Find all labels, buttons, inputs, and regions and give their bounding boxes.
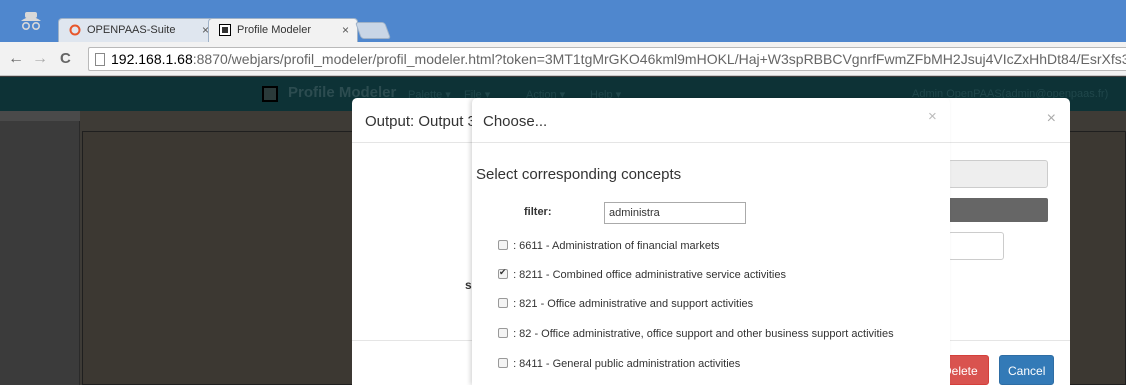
output-field-label: s — [465, 278, 472, 292]
url-host: 192.168.1.68 — [111, 51, 193, 67]
modal-header-divider — [472, 142, 950, 143]
url-path: :8870/webjars/profil_modeler/profil_mode… — [192, 51, 1126, 67]
choose-modal-close-icon[interactable]: × — [928, 108, 937, 125]
tab-profile-modeler[interactable]: Profile Modeler × — [208, 18, 358, 42]
concept-checkbox[interactable] — [498, 358, 508, 368]
concept-item[interactable]: : 8211 - Combined office administrative … — [498, 267, 786, 281]
concept-label: : 8411 - General public administration a… — [513, 358, 741, 370]
concept-label: : 821 - Office administrative and suppor… — [513, 298, 754, 310]
tab-openpaas-suite[interactable]: OPENPAAS-Suite × — [58, 18, 218, 42]
back-button[interactable]: ← — [8, 50, 24, 68]
choose-modal-title: Choose... — [483, 113, 548, 130]
concept-checkbox[interactable] — [498, 328, 508, 338]
concept-item[interactable]: : 8411 - General public administration a… — [498, 358, 740, 370]
filter-label: filter: — [524, 206, 552, 218]
choose-concepts-modal: Choose... × Select corresponding concept… — [472, 98, 950, 385]
profile-modeler-favicon-icon — [219, 24, 231, 36]
forward-button[interactable]: → — [32, 50, 48, 68]
tab-close-icon[interactable]: × — [342, 23, 349, 37]
new-tab-button[interactable] — [354, 22, 392, 39]
openpaas-favicon-icon — [69, 24, 81, 36]
concept-checkbox[interactable] — [498, 298, 508, 308]
choose-modal-subtitle: Select corresponding concepts — [476, 166, 682, 183]
browser-toolbar: ← → C 192.168.1.68:8870/webjars/profil_m… — [0, 42, 1126, 76]
concept-item[interactable]: : 6611 - Administration of financial mar… — [498, 240, 720, 252]
output-name-field[interactable] — [948, 160, 1048, 188]
incognito-icon — [21, 12, 41, 31]
browser-tab-bar: OPENPAAS-Suite × Profile Modeler × — [0, 0, 1126, 42]
concept-label: : 82 - Office administrative, office sup… — [513, 328, 894, 340]
output-modal-title: Output: Output 3 — [365, 113, 476, 130]
page-icon — [95, 53, 105, 66]
concept-label: : 8211 - Combined office administrative … — [513, 269, 786, 281]
brand-logo-icon — [262, 86, 278, 102]
left-panel — [0, 111, 80, 385]
reload-button[interactable]: C — [60, 50, 71, 67]
concept-item[interactable]: : 821 - Office administrative and suppor… — [498, 298, 753, 310]
output-value-field[interactable] — [948, 232, 1004, 260]
concept-item[interactable]: : 82 - Office administrative, office sup… — [498, 328, 894, 340]
tab-label: OPENPAAS-Suite — [87, 24, 176, 36]
output-type-field[interactable] — [948, 198, 1048, 222]
concept-label: : 6611 - Administration of financial mar… — [513, 240, 720, 252]
left-panel-header — [0, 111, 80, 121]
address-bar[interactable]: 192.168.1.68:8870/webjars/profil_modeler… — [88, 47, 1126, 71]
concept-checkbox[interactable] — [498, 267, 508, 279]
concept-checkbox[interactable] — [498, 240, 508, 250]
output-modal-close-icon[interactable]: × — [1047, 110, 1056, 128]
cancel-button[interactable]: Cancel — [999, 355, 1054, 385]
filter-input[interactable] — [604, 202, 746, 224]
tab-label: Profile Modeler — [237, 24, 311, 36]
